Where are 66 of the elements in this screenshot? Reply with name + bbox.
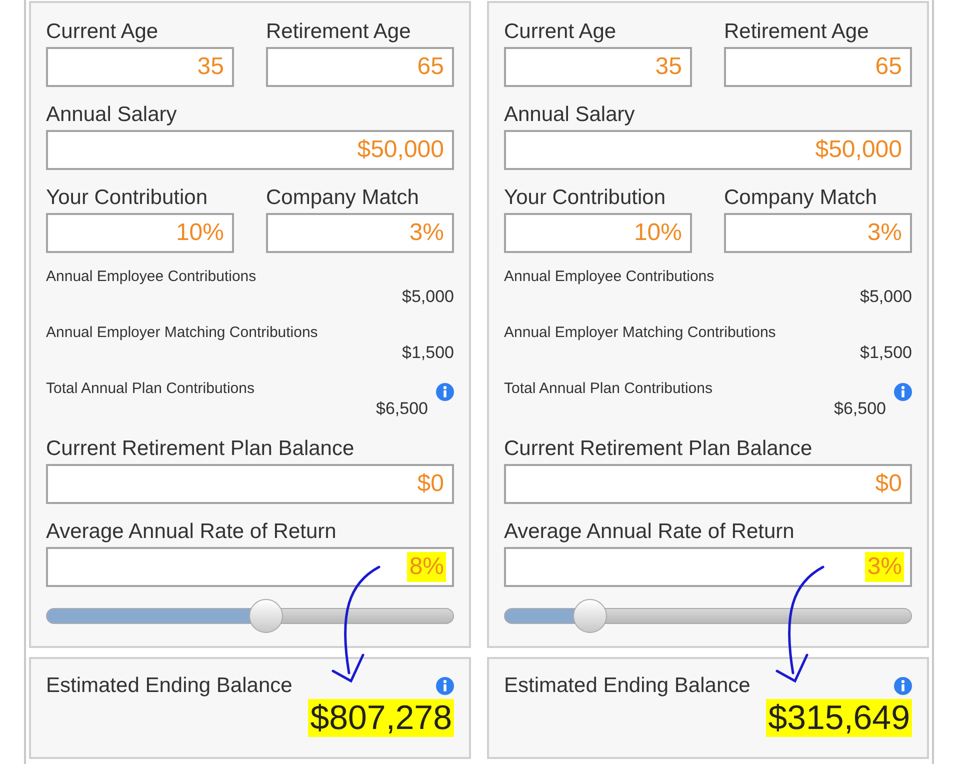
field-label: Current Age	[46, 19, 160, 45]
result-label: Estimated Ending Balance	[504, 673, 750, 699]
input-field[interactable]: 3%	[724, 213, 912, 253]
field-label: Your Contribution	[46, 185, 208, 211]
summary-value: $5,000	[860, 287, 912, 307]
field-label: Current Age	[504, 19, 618, 45]
field-label: Company Match	[266, 185, 420, 211]
input-field[interactable]: 3%	[266, 213, 454, 253]
input-field[interactable]: $0	[504, 464, 912, 504]
input-field[interactable]: 8%	[46, 547, 454, 587]
summary-value: $1,500	[402, 343, 454, 363]
field-label: Retirement Age	[266, 19, 412, 45]
field-value: $0	[416, 469, 445, 499]
field-value: $0	[874, 469, 903, 499]
result-label: Estimated Ending Balance	[46, 673, 292, 699]
field-label: Your Contribution	[504, 185, 666, 211]
field-value: 65	[416, 52, 445, 82]
slider-thumb[interactable]	[572, 599, 607, 633]
field-label: Retirement Age	[724, 19, 870, 45]
summary-label: Annual Employee Contributions	[504, 267, 714, 287]
slider[interactable]	[46, 599, 454, 633]
input-field[interactable]: $50,000	[504, 130, 912, 170]
input-field[interactable]: $50,000	[46, 130, 454, 170]
field-value: 10%	[632, 218, 683, 248]
slider-thumb[interactable]	[249, 599, 284, 633]
input-field[interactable]: 35	[46, 47, 234, 87]
input-field[interactable]: 65	[724, 47, 912, 87]
field-value: 3%	[865, 552, 904, 582]
summary-label: Total Annual Plan Contributions	[504, 379, 712, 399]
summary-value: $6,500	[834, 399, 886, 419]
field-value: 35	[196, 52, 225, 82]
ending-balance: $807,278	[308, 699, 454, 737]
info-icon[interactable]	[894, 383, 912, 401]
input-field[interactable]: 3%	[504, 547, 912, 587]
summary-label: Total Annual Plan Contributions	[46, 379, 254, 399]
input-field[interactable]: $0	[46, 464, 454, 504]
input-field[interactable]: 10%	[504, 213, 692, 253]
summary-label: Annual Employee Contributions	[46, 267, 256, 287]
slider[interactable]	[504, 599, 912, 633]
field-label: Current Retirement Plan Balance	[46, 436, 356, 462]
summary-value: $1,500	[860, 343, 912, 363]
info-icon[interactable]	[436, 677, 454, 695]
field-value: 65	[874, 52, 903, 82]
field-value: 10%	[174, 218, 225, 248]
field-label: Annual Salary	[504, 102, 636, 128]
field-value: $50,000	[814, 135, 903, 165]
info-icon[interactable]	[894, 677, 912, 695]
field-label: Annual Salary	[46, 102, 178, 128]
summary-label: Annual Employer Matching Contributions	[46, 323, 318, 343]
ending-balance: $315,649	[766, 699, 912, 737]
field-value: 3%	[866, 218, 903, 248]
field-value: $50,000	[356, 135, 445, 165]
field-label: Average Annual Rate of Return	[504, 519, 796, 545]
input-field[interactable]: 35	[504, 47, 692, 87]
input-field[interactable]: 10%	[46, 213, 234, 253]
info-icon[interactable]	[436, 383, 454, 401]
summary-label: Annual Employer Matching Contributions	[504, 323, 776, 343]
field-value: 35	[654, 52, 683, 82]
field-value: 8%	[407, 552, 446, 582]
field-label: Average Annual Rate of Return	[46, 519, 338, 545]
field-value: 3%	[408, 218, 445, 248]
field-label: Current Retirement Plan Balance	[504, 436, 814, 462]
field-label: Company Match	[724, 185, 878, 211]
summary-value: $6,500	[376, 399, 428, 419]
summary-value: $5,000	[402, 287, 454, 307]
input-field[interactable]: 65	[266, 47, 454, 87]
